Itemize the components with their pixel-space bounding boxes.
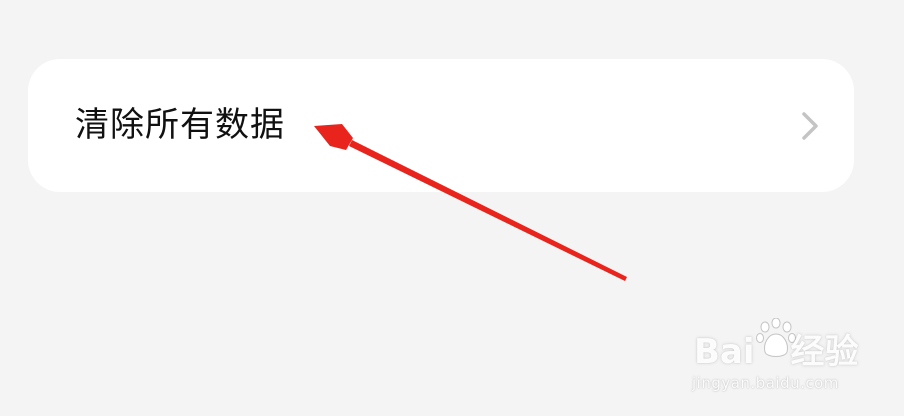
clear-all-data-row[interactable]: 清除所有数据 <box>28 59 854 192</box>
paw-icon <box>756 318 796 357</box>
chevron-right-icon <box>802 112 818 140</box>
watermark-brand: Bai 经验 <box>694 332 859 372</box>
row-label: 清除所有数据 <box>75 105 285 145</box>
baidu-jingyan-watermark: Bai 经验 jingyan.baidu.com <box>690 318 890 398</box>
watermark-url: jingyan.baidu.com <box>692 374 839 392</box>
